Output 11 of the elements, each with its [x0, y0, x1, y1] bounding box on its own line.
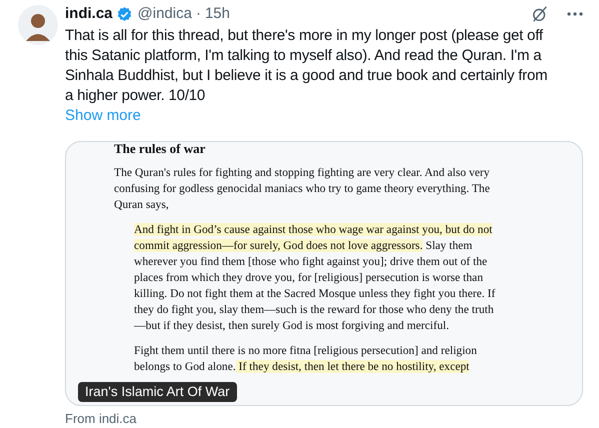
quote-paragraph: Fight them until there is no more fitna [religious persecution] and religion belongs to God alone. If they desist, then let there be no hostility, except [134, 343, 478, 375]
quote-paragraph: And fight in God’s cause against those who wage war against you, but do not commit aggression—for surely, God does not love aggressors. Slay them wherever you find them [those who fight against you]; drive them out of the places from which they drove you, for [religious] persecution is worse than killing. Do not fight them at the Sacred Mosque unless they fight you there. If they do fight you, slay them—such is the reward for those who deny the truth—but if they desist, then surely God is most forgiving and merciful. [134, 222, 496, 334]
post-time[interactable]: 15h [204, 2, 230, 26]
author-handle[interactable]: @indica [138, 2, 192, 26]
author-name[interactable]: indi.ca [65, 2, 113, 26]
document-paragraph: The Quran's rules for fighting and stopping fighting are very clear. And also very confusing for godless genocidal maniacs who try to game theory everything. The Quran says, [114, 165, 491, 213]
post-text: That is all for this thread, but there's more in my longer post (please get off this Satanic platform, I'm talking to myself also). And read the Quran. I'm a Sinhala Buddhist, but I believe it is a good and true book and certainly from a higher power. 10/10 [65, 26, 548, 106]
image-label: Iran's Islamic Art Of War [78, 382, 237, 402]
document-heading: The rules of war [114, 142, 206, 156]
source-link[interactable]: From indi.ca [65, 408, 137, 428]
separator: · [196, 4, 201, 24]
